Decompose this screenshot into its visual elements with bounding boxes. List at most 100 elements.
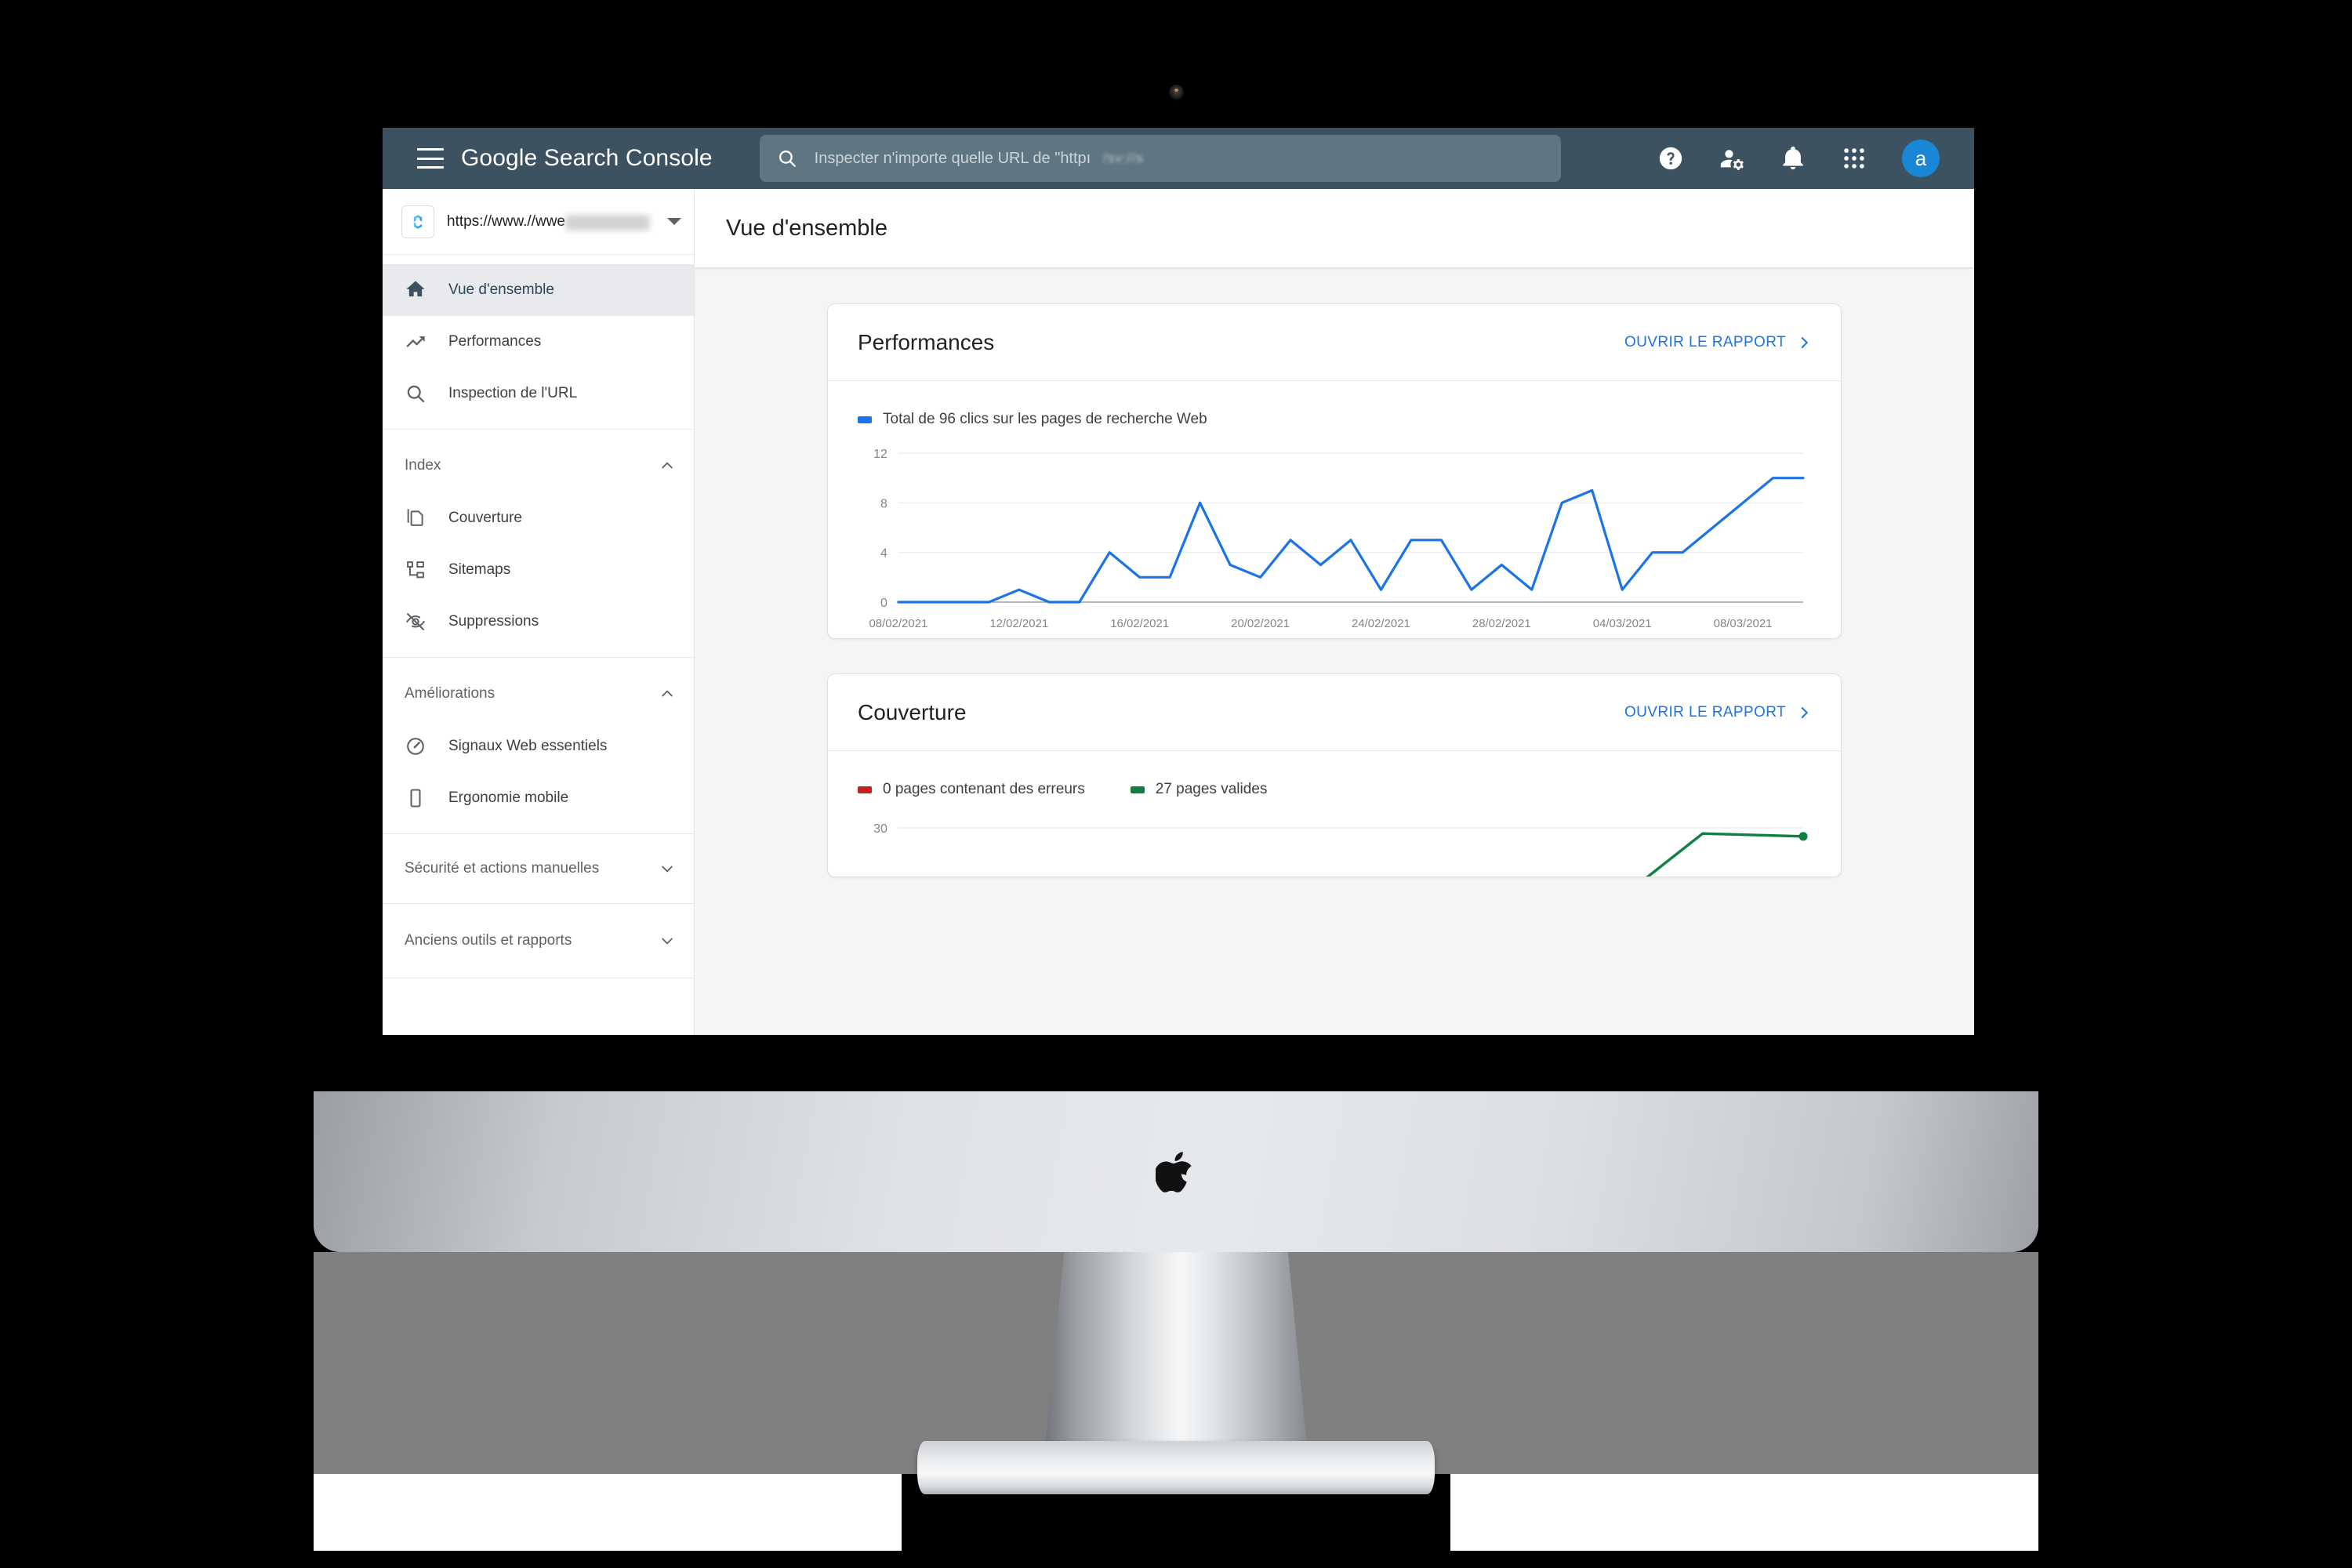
sidebar-section-legacy-tools-label: Anciens outils et rapports: [405, 932, 572, 949]
coverage-open-report-link[interactable]: OUVRIR LE RAPPORT: [1624, 704, 1811, 721]
app-body: https://www.//wwe Vue d'ensemble Perform…: [383, 189, 1974, 1035]
legend-label-errors: 0 pages contenant des erreurs: [883, 781, 1085, 797]
sidebar-improvements-group: Améliorations Signaux Web essentiels Erg…: [383, 658, 694, 834]
sidebar-item-mobile-usability[interactable]: Ergonomie mobile: [383, 772, 694, 824]
property-url-text: https://www.//wwe: [447, 212, 565, 230]
legend-label-clicks: Total de 96 clics sur les pages de reche…: [883, 411, 1207, 427]
coverage-legend: 0 pages contenant des erreurs 27 pages v…: [828, 751, 1841, 798]
sidebar-item-overview-label: Vue d'ensemble: [448, 281, 554, 298]
performance-line-chart: 0 4 8 12 08/02/2021 12/02/2021 16/02/2021 20/02…: [869, 448, 1805, 630]
trending-up-icon: [406, 336, 425, 347]
legend-swatch-valid: [1130, 786, 1145, 793]
sidebar-item-url-inspection-label: Inspection de l'URL: [448, 385, 578, 401]
help-icon[interactable]: [1657, 145, 1684, 172]
property-url: https://www.//wwe: [447, 212, 650, 230]
svg-text:24/02/2021: 24/02/2021: [1352, 617, 1410, 630]
property-selector[interactable]: https://www.//wwe: [383, 189, 694, 255]
chevron-up-icon: [662, 690, 673, 697]
eye-off-icon: [406, 613, 425, 630]
page-title-bar: Vue d'ensemble: [695, 189, 1974, 267]
performance-card: Performances OUVRIR LE RAPPORT Total de …: [827, 303, 1842, 639]
sidebar-item-core-web-vitals[interactable]: Signaux Web essentiels: [383, 720, 694, 772]
performance-legend: Total de 96 clics sur les pages de reche…: [828, 381, 1841, 428]
chevron-up-icon: [662, 462, 673, 469]
brand-google: Google: [461, 145, 538, 171]
mobile-phone-icon: [410, 789, 421, 808]
sidebar-item-removals[interactable]: Suppressions: [383, 596, 694, 648]
sidebar-item-performance[interactable]: Performances: [383, 316, 694, 368]
avatar-letter: a: [1915, 146, 1927, 170]
legend-swatch-clicks: [858, 416, 872, 423]
sidebar-item-coverage[interactable]: Couverture: [383, 492, 694, 544]
sidebar-section-legacy-wrap: Anciens outils et rapports: [383, 904, 694, 978]
performance-card-header: Performances OUVRIR LE RAPPORT: [828, 304, 1841, 381]
imac-screen: Google Search Console Inspecter n'import…: [383, 128, 1974, 1035]
sidebar-item-removals-label: Suppressions: [448, 613, 539, 630]
legend-label-valid: 27 pages valides: [1155, 781, 1268, 797]
coverage-card-header: Couverture OUVRIR LE RAPPORT: [828, 674, 1841, 751]
chevron-down-icon: [662, 866, 673, 873]
chevron-down-icon: [662, 938, 673, 945]
sidebar-item-url-inspection[interactable]: Inspection de l'URL: [383, 368, 694, 419]
sidebar-section-improvements-label: Améliorations: [405, 685, 495, 702]
legend-item-valid: 27 pages valides: [1130, 781, 1268, 798]
desk-surface-left: [314, 1474, 902, 1551]
search-icon: [779, 150, 796, 167]
svg-text:12/02/2021: 12/02/2021: [989, 617, 1048, 630]
property-url-redaction: [565, 214, 650, 230]
hamburger-icon[interactable]: [417, 148, 444, 169]
notifications-bell-icon[interactable]: [1780, 145, 1806, 172]
imac-chin: [314, 1091, 2038, 1252]
pages-copy-icon: [407, 509, 423, 526]
sidebar-item-core-web-vitals-label: Signaux Web essentiels: [448, 738, 608, 754]
svg-text:16/02/2021: 16/02/2021: [1110, 617, 1169, 630]
sidebar-item-overview[interactable]: Vue d'ensemble: [383, 264, 694, 316]
coverage-line-chart: 30: [873, 822, 1808, 877]
sidebar-item-sitemaps-label: Sitemaps: [448, 561, 511, 578]
search-redacted-text: /sv://s: [1103, 151, 1144, 165]
app-header: Google Search Console Inspecter n'import…: [383, 128, 1974, 189]
performance-open-report-link[interactable]: OUVRIR LE RAPPORT: [1624, 334, 1811, 351]
sidebar-section-legacy-tools[interactable]: Anciens outils et rapports: [383, 904, 694, 978]
sidebar-section-security-wrap: Sécurité et actions manuelles: [383, 834, 694, 904]
brand-search-console: Search Console: [543, 145, 713, 171]
legend-swatch-errors: [858, 786, 872, 793]
sidebar-section-index[interactable]: Index: [383, 439, 694, 492]
svg-text:08/03/2021: 08/03/2021: [1714, 617, 1773, 630]
home-icon: [406, 281, 425, 297]
sidebar-item-sitemaps[interactable]: Sitemaps: [383, 544, 694, 596]
legend-item-errors: 0 pages contenant des erreurs: [858, 781, 1085, 798]
svg-text:20/02/2021: 20/02/2021: [1231, 617, 1290, 630]
apple-logo-icon: [1156, 1152, 1192, 1192]
app-brand: Google Search Console: [461, 145, 713, 172]
sidebar-section-security-label: Sécurité et actions manuelles: [405, 860, 600, 877]
sidebar-section-security[interactable]: Sécurité et actions manuelles: [383, 834, 694, 903]
sidebar-section-index-label: Index: [405, 457, 441, 474]
imac-stand-foot: [917, 1441, 1435, 1494]
sitemap-icon: [407, 561, 424, 579]
desk-surface-right: [1450, 1474, 2038, 1551]
svg-text:12: 12: [873, 448, 887, 461]
chevron-right-icon: [1801, 706, 1809, 718]
sidebar-section-improvements[interactable]: Améliorations: [383, 667, 694, 720]
sidebar-item-performance-label: Performances: [448, 333, 542, 350]
chevron-down-icon[interactable]: [667, 218, 681, 225]
svg-text:0: 0: [880, 597, 887, 610]
url-inspection-search-input[interactable]: Inspecter n'importe quelle URL de "httpı…: [759, 135, 1561, 182]
svg-text:04/03/2021: 04/03/2021: [1593, 617, 1652, 630]
svg-text:28/02/2021: 28/02/2021: [1472, 617, 1531, 630]
user-settings-icon[interactable]: [1719, 145, 1745, 172]
speedometer-icon: [407, 738, 424, 755]
coverage-card: Couverture OUVRIR LE RAPPORT 0 pages con…: [827, 673, 1842, 877]
performance-card-title: Performances: [858, 329, 995, 354]
imac-webcam: [1169, 85, 1184, 100]
sidebar-item-coverage-label: Couverture: [448, 510, 522, 526]
chevron-right-icon: [1801, 336, 1809, 348]
dashboard-scroll-area[interactable]: Performances OUVRIR LE RAPPORT Total de …: [695, 267, 1974, 1035]
screenshot-stage: Google Search Console Inspecter n'import…: [0, 0, 2352, 1568]
svg-text:08/02/2021: 08/02/2021: [869, 617, 927, 630]
sidebar-index-group: Index Couverture Sitemaps Suppressions: [383, 430, 694, 658]
coverage-chart: 30: [828, 798, 1841, 877]
apps-grid-icon[interactable]: [1841, 145, 1867, 172]
avatar[interactable]: a: [1902, 140, 1940, 177]
